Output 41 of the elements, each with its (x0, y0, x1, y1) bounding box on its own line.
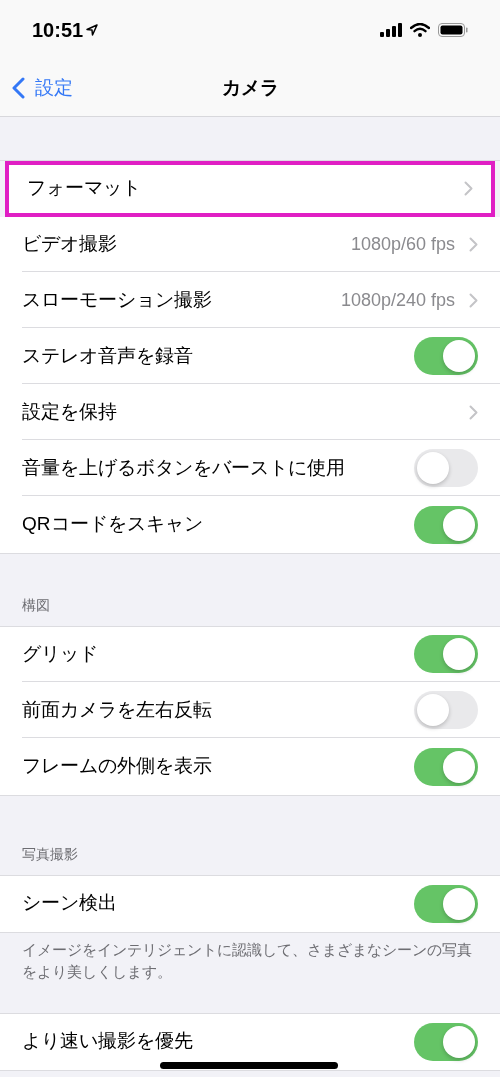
settings-row[interactable]: 設定を保持 (0, 385, 500, 441)
toggle-switch[interactable] (414, 1022, 478, 1061)
settings-row[interactable]: スローモーション撮影 1080p/240 fps (0, 273, 500, 329)
section-header: 写真撮影 (22, 845, 78, 864)
row-value: 1080p/240 fps (340, 288, 455, 312)
location-arrow-icon (86, 24, 99, 36)
row-label: 音量を上げるボタンをバーストに使用 (22, 455, 346, 480)
row-label: 設定を保持 (22, 399, 118, 424)
toggle-switch[interactable] (414, 747, 478, 786)
row-label: 前面カメラを左右反転 (22, 697, 213, 722)
row-value: 1080p/60 fps (350, 232, 455, 256)
row-label: ビデオ撮影 (22, 231, 118, 256)
row-label: シーン検出 (22, 891, 118, 916)
battery-icon (438, 23, 468, 37)
chevron-icon (464, 180, 473, 196)
back-button[interactable]: 設定 (12, 74, 73, 103)
row-label: QRコードをスキャン (22, 512, 204, 537)
chevron-icon (469, 404, 478, 420)
row-label: スローモーション撮影 (22, 287, 213, 312)
row-label: フォーマット (27, 175, 142, 200)
wifi-icon (410, 23, 430, 37)
back-chevron-icon (12, 77, 25, 100)
row-label: より速い撮影を優先 (22, 1029, 194, 1054)
row-label: ステレオ音声を録音 (22, 343, 194, 368)
toggle-switch[interactable] (414, 884, 478, 923)
page-title: カメラ (221, 75, 279, 100)
settings-row[interactable]: ビデオ撮影 1080p/60 fps (0, 217, 500, 273)
settings-row[interactable]: フォーマット (5, 161, 495, 217)
toggle-switch[interactable] (414, 449, 478, 487)
chevron-icon (469, 236, 478, 252)
chevron-icon (469, 292, 478, 308)
row-label: フレームの外側を表示 (22, 754, 213, 779)
section-footer: イメージをインテリジェントに認識して、さまざまなシーンの写真をより美しくします。 (22, 939, 478, 983)
toggle-switch[interactable] (414, 505, 478, 544)
row-label: グリッド (22, 641, 99, 666)
toggle-switch[interactable] (414, 691, 478, 729)
toggle-switch[interactable] (414, 337, 478, 375)
toggle-switch[interactable] (414, 635, 478, 673)
status-time: 10:51 (32, 18, 84, 43)
signal-icon (380, 23, 402, 37)
section-header: 構図 (22, 596, 50, 615)
